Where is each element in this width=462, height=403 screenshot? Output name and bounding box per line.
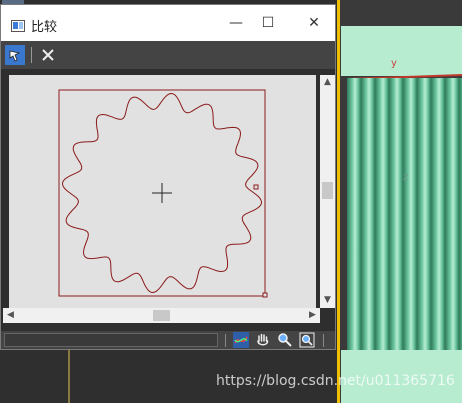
column-capital xyxy=(341,26,462,76)
viewport-active-border xyxy=(337,0,340,403)
curve-vertex-handle[interactable] xyxy=(253,184,259,190)
horizontal-scroll-thumb[interactable] xyxy=(153,310,170,321)
status-separator xyxy=(225,334,226,347)
fluted-column xyxy=(347,78,462,350)
title-bar[interactable]: 比较 — ☐ ✕ xyxy=(1,5,335,41)
center-crosshair-icon xyxy=(152,183,172,203)
pick-object-icon[interactable] xyxy=(5,45,25,65)
scroll-right-icon[interactable]: ▶ xyxy=(305,308,320,323)
curve-display-icon[interactable] xyxy=(233,332,249,348)
compare-toolbar xyxy=(1,41,335,69)
status-separator-end xyxy=(323,334,324,347)
curve-view-area: ▲ ▼ ◀ ▶ xyxy=(1,69,335,331)
status-field xyxy=(4,333,218,347)
delete-x-icon[interactable] xyxy=(38,45,58,65)
compare-dialog: 比较 — ☐ ✕ ▲ ▼ ◀ ▶ xyxy=(0,4,336,350)
axis-label-y: y xyxy=(391,58,397,69)
axis-label-z: z xyxy=(403,172,409,183)
curve-canvas[interactable] xyxy=(9,75,316,308)
corner-handle[interactable] xyxy=(262,292,268,298)
zoom-icon[interactable] xyxy=(277,332,293,348)
window-title: 比较 xyxy=(31,20,58,35)
vertical-scroll-thumb[interactable] xyxy=(322,182,333,199)
scroll-left-icon[interactable]: ◀ xyxy=(3,308,18,323)
status-bar xyxy=(1,331,335,349)
toolbar-separator xyxy=(31,47,32,63)
app-window-icon xyxy=(11,17,25,32)
scroll-up-icon[interactable]: ▲ xyxy=(320,75,335,90)
close-button[interactable]: ✕ xyxy=(299,11,329,35)
watermark-text: https://blog.csdn.net/u011365716 xyxy=(216,373,455,389)
perspective-viewport[interactable]: y z xyxy=(337,0,462,403)
scroll-down-icon[interactable]: ▼ xyxy=(320,293,335,308)
maximize-button[interactable]: ☐ xyxy=(253,11,283,35)
minimize-button[interactable]: — xyxy=(221,11,251,35)
pan-hand-icon[interactable] xyxy=(255,332,271,348)
vertical-scrollbar[interactable]: ▲ ▼ xyxy=(320,75,335,308)
zoom-extents-icon[interactable] xyxy=(299,332,315,348)
horizontal-scrollbar[interactable]: ◀ ▶ xyxy=(3,308,320,323)
